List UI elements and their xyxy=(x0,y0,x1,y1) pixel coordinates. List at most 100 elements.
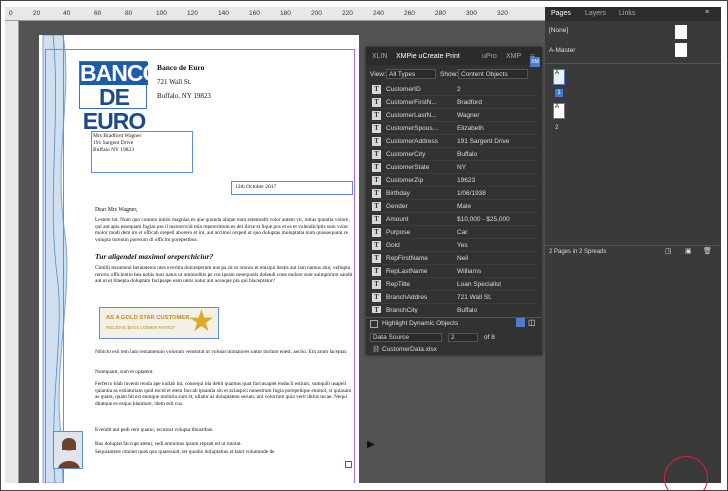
ruler-tick: 20 xyxy=(33,10,41,17)
datasource-select[interactable]: Data Source xyxy=(370,333,442,342)
content-object-row[interactable]: T BranchCity Buffalo xyxy=(371,304,537,313)
vertical-ruler[interactable] xyxy=(5,21,19,483)
trash-icon[interactable]: 🗑 xyxy=(703,247,712,255)
content-object-row[interactable]: T Purpose Car xyxy=(371,226,537,239)
text-object-icon: T xyxy=(372,267,381,276)
content-object-row[interactable]: T CustomerID 2 xyxy=(371,83,537,96)
content-object-row[interactable]: T RepTitle Loan Specialist xyxy=(371,278,537,291)
a-master-label[interactable]: A-Master xyxy=(549,47,575,54)
text-overflow-marker[interactable] xyxy=(345,461,352,468)
content-object-name: RepTitle xyxy=(386,281,410,288)
tab-layers[interactable]: Layers xyxy=(585,10,606,17)
content-object-row[interactable]: T Gold Yes xyxy=(371,239,537,252)
tab-xmpie-ucreate[interactable]: XMPie uCreate Print xyxy=(396,53,460,60)
content-object-row[interactable]: T CustomerFirstN... Bradford xyxy=(371,96,537,109)
page-size-icon[interactable]: ◳ xyxy=(665,247,672,255)
content-object-list[interactable]: T CustomerID 2 T CustomerFirstN... Bradford T C… xyxy=(366,83,542,313)
content-object-row[interactable]: T CustomerLastN... Wagner xyxy=(371,109,537,122)
content-object-name: Birthday xyxy=(386,190,410,197)
content-object-name: RepFirstName xyxy=(386,255,428,262)
paragraph-2: Cimilli tissumeni beratatenis utes everi… xyxy=(95,265,353,285)
content-object-name: CustomerSpous... xyxy=(386,125,439,132)
text-object-icon: T xyxy=(372,163,381,172)
bank-name: Banco de Euro xyxy=(157,63,205,72)
logo-line1: BANCO xyxy=(80,60,160,86)
badge-line2: RECEIVE $XXX LOWER RATES* xyxy=(106,325,176,330)
tab-xmp[interactable]: XMP xyxy=(506,53,521,60)
text-object-icon: T xyxy=(372,241,381,250)
show-select[interactable]: Content Objects xyxy=(458,69,528,79)
a-master-thumb[interactable] xyxy=(675,43,687,57)
content-object-row[interactable]: T Amount $10,000 - $25,000 xyxy=(371,213,537,226)
paragraph-5: Ferferro blab invenit renda ape nullab i… xyxy=(95,381,352,407)
rep-photo[interactable] xyxy=(53,431,83,469)
text-object-icon: T xyxy=(372,202,381,211)
pages-panel[interactable]: Pages Layers Links ≡ [None] A-Master A 1… xyxy=(545,7,721,483)
none-master-thumb[interactable] xyxy=(675,25,687,39)
content-object-name: BranchAddres xyxy=(386,294,428,301)
content-object-row[interactable]: T BranchAddres 721 Wall St. xyxy=(371,291,537,304)
pages-status-bar: 2 Pages in 2 Spreads ◳ ▣ 🗑 xyxy=(545,245,721,257)
content-object-value: Loan Specialist xyxy=(457,281,502,288)
content-object-row[interactable]: T Birthday 1/06/1938 xyxy=(371,187,537,200)
content-object-value: Bradford xyxy=(457,99,482,106)
content-object-value: 2 xyxy=(457,86,461,93)
ruler-tick: 80 xyxy=(125,10,133,17)
recipient-street: 191 Sargent Drive xyxy=(93,140,134,146)
gold-star-badge[interactable]: AS A GOLD STAR CUSTOMER, RECEIVE $XXX LO… xyxy=(99,306,219,339)
content-object-row[interactable]: T Gender Male xyxy=(371,200,537,213)
ruler-tick: 180 xyxy=(280,10,291,17)
content-object-name: RepLastName xyxy=(386,268,428,275)
letter-page[interactable]: BANCO DE EURO Banco de Euro 721 Wall St.… xyxy=(39,35,359,483)
content-object-value: 191 Sargent Drive xyxy=(457,138,510,145)
tab-links[interactable]: Links xyxy=(619,10,635,17)
record-number-input[interactable]: 2 xyxy=(448,333,478,342)
text-object-icon: T xyxy=(372,111,381,120)
content-object-row[interactable]: T CustomerZip 19623 xyxy=(371,174,537,187)
tab-pages[interactable]: Pages xyxy=(551,10,571,17)
text-object-icon: T xyxy=(372,137,381,146)
tab-xlin[interactable]: XLIN xyxy=(372,53,388,60)
content-object-row[interactable]: T RepFirstName Neil xyxy=(371,252,537,265)
content-object-value: Neil xyxy=(457,255,469,262)
mouse-cursor-icon: ▶ xyxy=(367,439,375,450)
refresh-icon[interactable] xyxy=(516,318,525,327)
bank-logo[interactable]: BANCO DE EURO xyxy=(79,60,160,133)
content-object-row[interactable]: T RepLastName Williams xyxy=(371,265,537,278)
data-file-name[interactable]: CustomerData.xlsx xyxy=(382,346,437,353)
paragraph-8: Sequiamene omniet quas quo quaessunt, te… xyxy=(95,449,275,455)
content-object-value: Male xyxy=(457,203,472,210)
letter-date: 12th October 2017 xyxy=(235,184,277,190)
content-object-value: 19623 xyxy=(457,177,476,184)
datafile-row: ⛓ CustomerData.xlsx xyxy=(366,343,542,355)
show-label: Show: xyxy=(440,71,459,78)
ruler-tick: 0 xyxy=(9,10,13,17)
content-object-row[interactable]: T CustomerCity Buffalo xyxy=(371,148,537,161)
highlight-checkbox[interactable] xyxy=(370,320,378,328)
content-object-value: Elizabeth xyxy=(457,125,484,132)
content-object-row[interactable]: T CustomerAddress 191 Sargent Drive xyxy=(371,135,537,148)
tab-upro[interactable]: uPro xyxy=(482,53,497,60)
content-object-row[interactable]: T CustomerSpous... Elizabeth xyxy=(371,122,537,135)
preview-icon[interactable]: ◫ xyxy=(528,318,536,327)
paragraph-1: Lestem int. Num quo commo intiisi magnia… xyxy=(95,217,350,243)
section-heading: Tur aligendel maximol oreperchiciur? xyxy=(95,252,214,261)
text-object-icon: T xyxy=(372,150,381,159)
page-1-thumb[interactable]: A xyxy=(553,69,565,85)
horizontal-ruler[interactable]: 0 20 40 60 80 100 120 140 160 180 200 22… xyxy=(5,7,545,21)
content-object-row[interactable]: T CustomerState NY xyxy=(371,161,537,174)
text-object-icon: T xyxy=(372,293,381,302)
panel-menu-icon[interactable]: ≡ xyxy=(705,9,709,16)
recipient-address-frame[interactable]: Mrs Bradford Wagner 191 Sargent Drive Bu… xyxy=(91,131,193,173)
date-frame[interactable]: 12th October 2017 xyxy=(231,181,353,195)
view-select[interactable]: All Types xyxy=(386,69,436,79)
new-page-icon[interactable]: ▣ xyxy=(685,247,692,255)
xmpie-panel[interactable]: XLIN XMPie uCreate Print uPro XMP ≡ View… xyxy=(366,47,542,355)
paragraph-4: Numquam, sum et optatent. xyxy=(95,369,154,375)
none-master-label[interactable]: [None] xyxy=(549,27,568,34)
page-2-thumb[interactable]: A xyxy=(553,103,565,119)
recipient-city: Buffalo NY 19823 xyxy=(93,147,134,153)
content-object-value: Buffalo xyxy=(457,151,478,158)
content-object-value: Buffalo xyxy=(457,307,478,313)
highlight-row: Highlight Dynamic Objects ◫ xyxy=(366,317,542,329)
